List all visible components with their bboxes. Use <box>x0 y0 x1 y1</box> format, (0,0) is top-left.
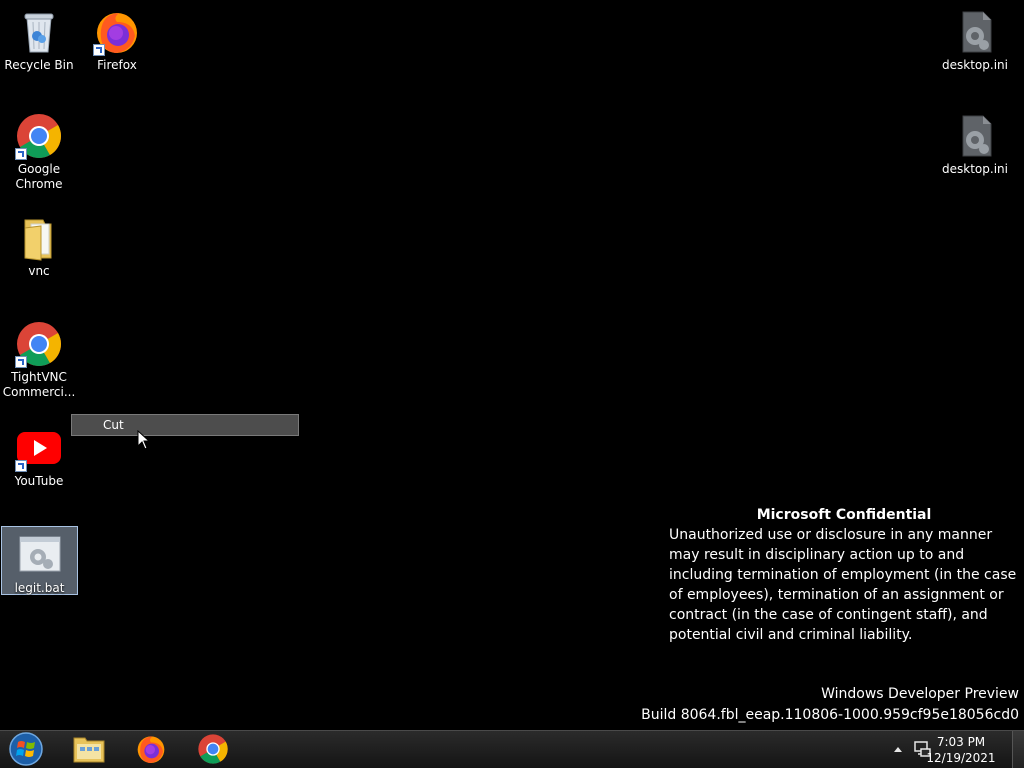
confidential-notice: Microsoft Confidential Unauthorized use … <box>669 505 1019 645</box>
taskbar-clock[interactable]: 7:03 PM 12/19/2021 <box>926 734 996 766</box>
recycle-bin-desktop-icon[interactable]: Recycle Bin <box>0 8 78 73</box>
recycle-bin-icon <box>15 8 63 56</box>
shortcut-arrow-icon <box>93 44 105 56</box>
settings-file-icon <box>951 8 999 56</box>
build-watermark: Windows Developer Preview Build 8064.fbl… <box>641 684 1019 726</box>
settings-file-icon <box>951 112 999 160</box>
clock-date: 12/19/2021 <box>926 751 996 765</box>
desktop-ini-desktop-icon[interactable]: desktop.ini <box>936 8 1014 73</box>
desktop-ini-desktop-icon[interactable]: desktop.ini <box>936 112 1014 177</box>
chrome-desktop-icon[interactable]: Google Chrome <box>0 112 78 192</box>
taskbar-firefox[interactable] <box>123 732 179 766</box>
taskbar: 7:03 PM 12/19/2021 <box>0 730 1024 768</box>
chrome-icon <box>15 112 63 160</box>
context-menu[interactable]: Cut <box>71 414 299 436</box>
shortcut-arrow-icon <box>15 148 27 160</box>
folder-icon <box>15 214 63 262</box>
shortcut-arrow-icon <box>15 460 27 472</box>
vnc-folder-desktop-icon[interactable]: vnc <box>0 214 78 279</box>
chrome-icon <box>15 320 63 368</box>
show-desktop-button[interactable] <box>1012 731 1024 768</box>
confidential-body: Unauthorized use or disclosure in any ma… <box>669 527 1017 643</box>
legit-bat-label: legit.bat <box>14 581 65 595</box>
build-string: Build 8064.fbl_eeap.110806-1000.959cf95e… <box>641 707 1019 723</box>
legit-bat-desktop-icon[interactable]: legit.bat <box>1 526 78 595</box>
show-hidden-icons-icon[interactable] <box>893 745 903 753</box>
context-menu-item-cut[interactable]: Cut <box>103 418 124 432</box>
firefox-icon <box>137 736 165 763</box>
vnc-label: vnc <box>28 264 50 278</box>
desktop[interactable]: Recycle Bin Firefox desktop.ini Google C… <box>0 0 1024 730</box>
file-explorer-icon <box>73 737 105 763</box>
tightvnc-label: TightVNC Commerci... <box>2 370 76 399</box>
desktop-ini-label: desktop.ini <box>942 162 1008 176</box>
confidential-title: Microsoft Confidential <box>756 507 932 523</box>
youtube-label: YouTube <box>14 474 64 488</box>
chrome-label: Google Chrome <box>15 162 63 191</box>
taskbar-chrome[interactable] <box>185 732 241 766</box>
youtube-icon <box>15 424 63 472</box>
shortcut-arrow-icon <box>15 356 27 368</box>
product-name: Windows Developer Preview <box>821 686 1019 702</box>
windows-orb-icon <box>9 732 43 766</box>
firefox-desktop-icon[interactable]: Firefox <box>78 8 156 73</box>
clock-time: 7:03 PM <box>936 735 986 749</box>
mouse-cursor-icon <box>137 430 151 450</box>
batch-file-icon <box>16 531 64 579</box>
recycle-bin-label: Recycle Bin <box>4 58 74 72</box>
start-button[interactable] <box>0 732 52 766</box>
youtube-desktop-icon[interactable]: YouTube <box>0 424 78 489</box>
tightvnc-desktop-icon[interactable]: TightVNC Commerci... <box>0 320 78 400</box>
desktop-ini-label: desktop.ini <box>942 58 1008 72</box>
chrome-icon <box>198 734 228 764</box>
firefox-icon <box>93 8 141 56</box>
taskbar-file-explorer[interactable] <box>61 732 117 766</box>
firefox-label: Firefox <box>97 58 137 72</box>
